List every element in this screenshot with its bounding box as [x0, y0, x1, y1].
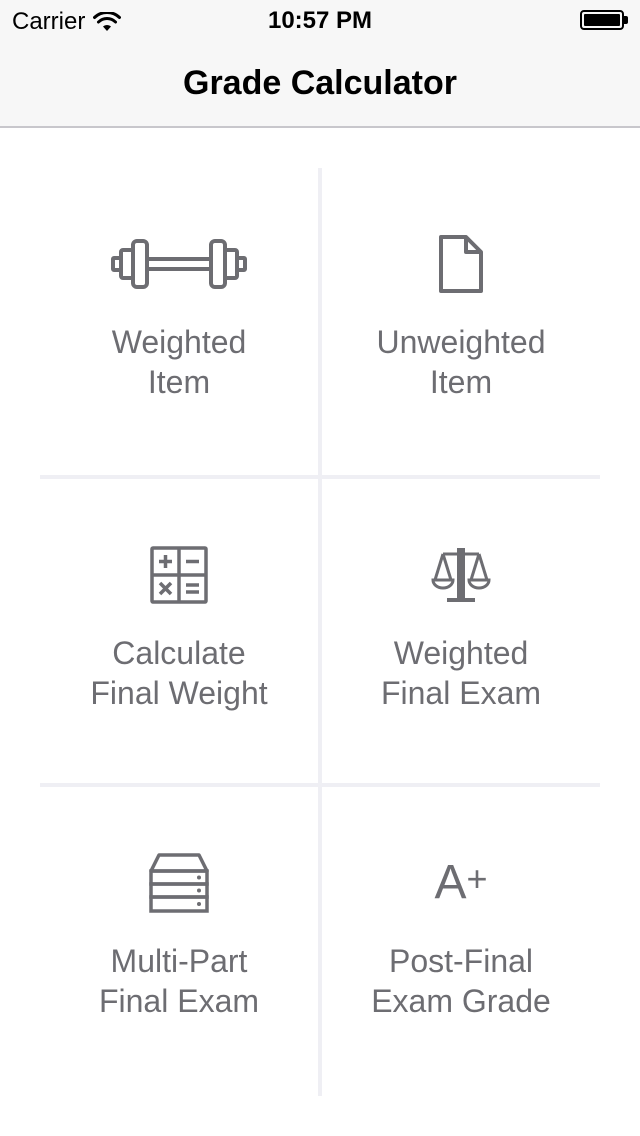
multi-part-final-exam-button[interactable]: Multi-Part Final Exam [40, 787, 318, 1094]
navigation-bar: Carrier 10:57 PM Grade Calculator [0, 0, 640, 128]
unweighted-item-button[interactable]: Unweighted Item [322, 168, 600, 475]
menu-grid: Weighted Item Unweighted Item Calculate … [40, 168, 600, 1096]
calculate-final-weight-button[interactable]: Calculate Final Weight [40, 479, 318, 786]
document-icon [391, 232, 531, 296]
barbell-icon [109, 232, 249, 296]
weighted-item-label: Weighted Item [111, 324, 247, 400]
page-title: Grade Calculator [183, 64, 457, 102]
app-screen: Carrier 10:57 PM Grade Calculator Weight… [0, 0, 640, 1136]
scale-icon [391, 543, 531, 607]
post-final-exam-grade-button[interactable]: A+ Post-Final Exam Grade [322, 787, 600, 1094]
multi-part-final-exam-label: Multi-Part Final Exam [98, 943, 260, 1019]
status-time: 10:57 PM [267, 7, 373, 34]
weighted-item-button[interactable]: Weighted Item [40, 168, 318, 475]
calculate-final-weight-label: Calculate Final Weight [90, 635, 268, 711]
stack-icon [109, 851, 249, 915]
a-plus-sign: + [466, 858, 488, 899]
a-plus-icon: A+ [391, 851, 531, 915]
battery-icon [580, 10, 630, 30]
status-bar: Carrier 10:57 PM [0, 0, 640, 40]
unweighted-item-label: Unweighted Item [376, 324, 546, 400]
calculator-icon [109, 543, 249, 607]
weighted-final-exam-button[interactable]: Weighted Final Exam [322, 479, 600, 786]
weighted-final-exam-label: Weighted Final Exam [380, 635, 542, 711]
post-final-exam-grade-label: Post-Final Exam Grade [371, 943, 551, 1019]
a-plus-letter: A [434, 856, 467, 909]
